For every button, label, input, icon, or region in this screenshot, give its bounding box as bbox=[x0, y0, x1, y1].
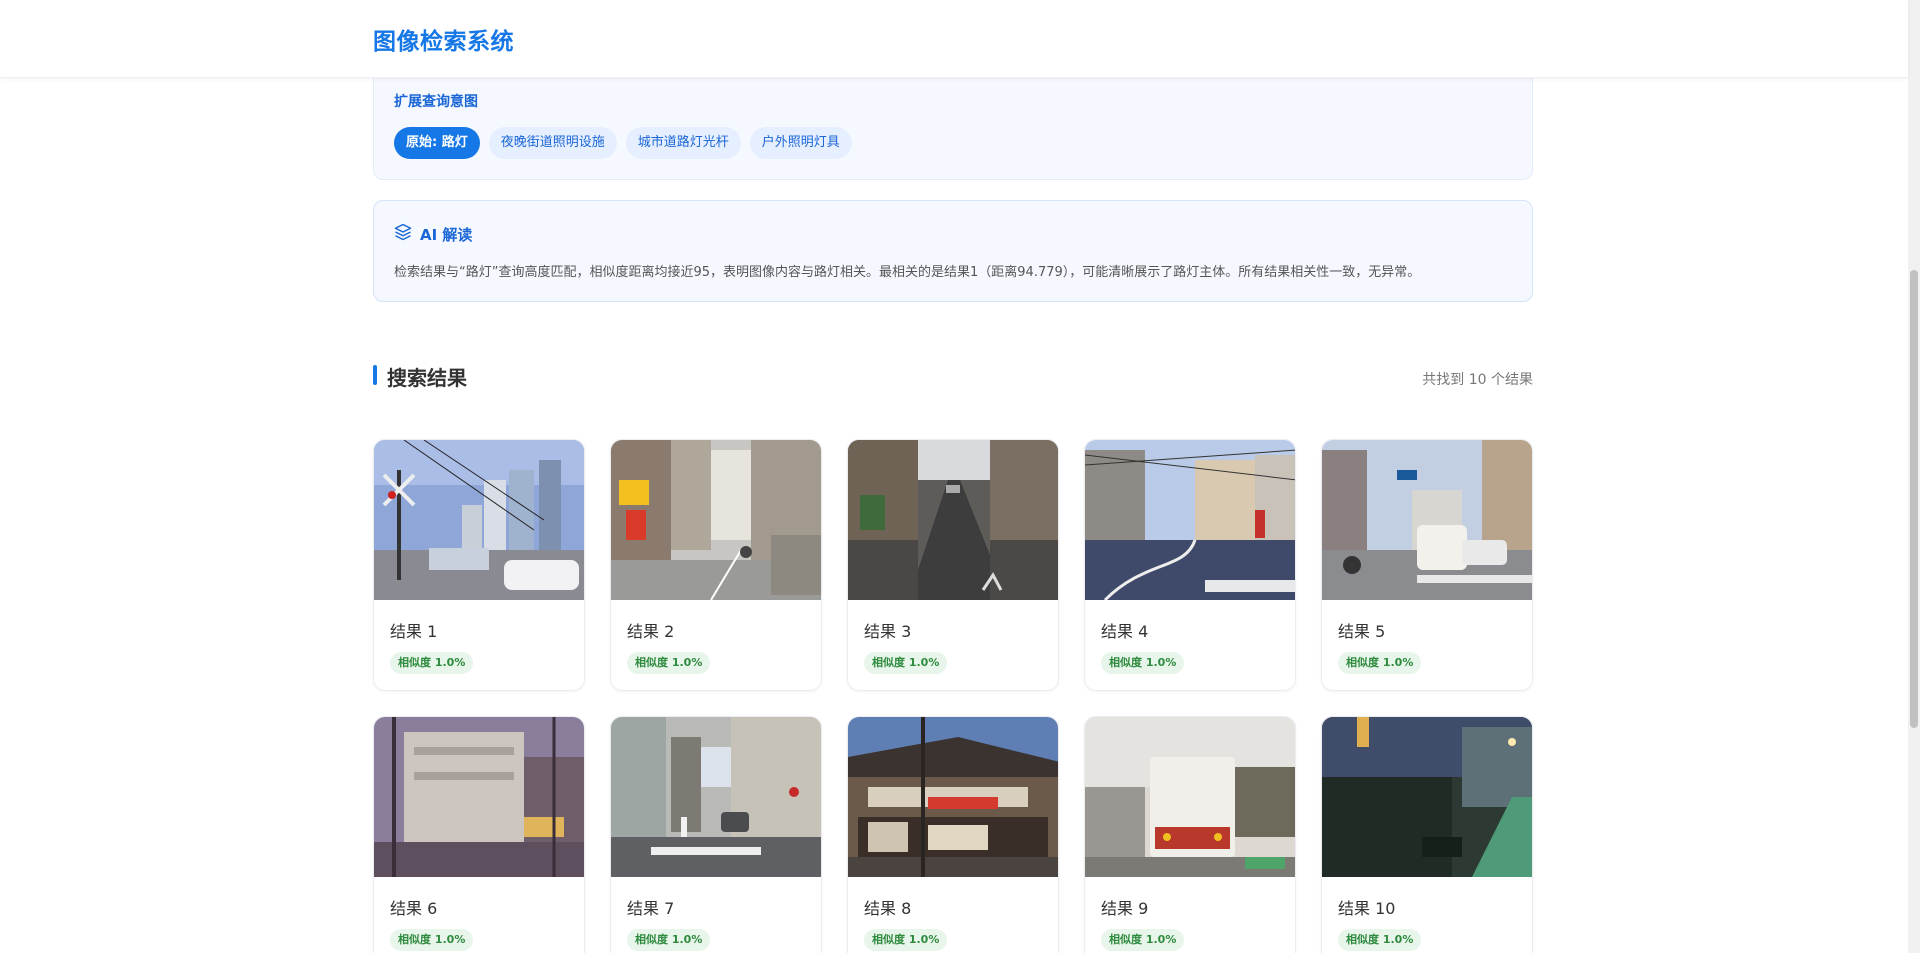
similarity-badge: 相似度 1.0% bbox=[390, 652, 474, 674]
results-header: 搜索结果 共找到 10 个结果 bbox=[373, 362, 1533, 390]
similarity-badge: 相似度 1.0% bbox=[864, 929, 948, 951]
intent-chip-outdoor-lighting[interactable]: 户外照明灯具 bbox=[749, 127, 852, 159]
results-count: 共找到 10 个结果 bbox=[1422, 372, 1533, 388]
ai-analysis-text: 检索结果与“路灯”查询高度匹配，相似度距离均接近95，表明图像内容与路灯相关。最… bbox=[394, 265, 1421, 280]
result-label: 结果 5 bbox=[1338, 622, 1386, 641]
similarity-badge: 相似度 1.0% bbox=[1338, 929, 1422, 951]
result-card-4[interactable]: 结果 4 相似度 1.0% bbox=[1084, 439, 1296, 691]
result-image[interactable] bbox=[374, 440, 584, 600]
similarity-badge: 相似度 1.0% bbox=[1101, 929, 1185, 951]
app-header: 图像检索系统 bbox=[0, 0, 1908, 78]
intent-title: 扩展查询意图 bbox=[394, 94, 478, 110]
result-image[interactable] bbox=[611, 717, 821, 877]
result-image[interactable] bbox=[1085, 717, 1295, 877]
intent-chip-original[interactable]: 原始: 路灯 bbox=[394, 127, 480, 159]
intent-panel: 扩展查询意图 原始: 路灯 夜晚街道照明设施 城市道路灯光杆 户外照明灯具 bbox=[373, 60, 1533, 180]
intent-chip-night-street-lighting[interactable]: 夜晚街道照明设施 bbox=[488, 127, 617, 159]
result-image[interactable] bbox=[374, 717, 584, 877]
result-card-7[interactable]: 结果 7 相似度 1.0% bbox=[610, 716, 822, 953]
app-title[interactable]: 图像检索系统 bbox=[373, 22, 514, 56]
similarity-badge: 相似度 1.0% bbox=[1101, 652, 1185, 674]
ai-analysis-header: AI 解读 bbox=[394, 223, 472, 245]
similarity-badge: 相似度 1.0% bbox=[627, 652, 711, 674]
result-card-6[interactable]: 结果 6 相似度 1.0% bbox=[373, 716, 585, 953]
result-label: 结果 9 bbox=[1101, 899, 1149, 918]
similarity-badge: 相似度 1.0% bbox=[390, 929, 474, 951]
result-label: 结果 8 bbox=[864, 899, 912, 918]
result-image[interactable] bbox=[1085, 440, 1295, 600]
result-label: 结果 6 bbox=[390, 899, 438, 918]
similarity-badge: 相似度 1.0% bbox=[1338, 652, 1422, 674]
layers-icon bbox=[394, 223, 412, 245]
result-card-9[interactable]: 结果 9 相似度 1.0% bbox=[1084, 716, 1296, 953]
similarity-badge: 相似度 1.0% bbox=[627, 929, 711, 951]
result-image[interactable] bbox=[1322, 717, 1532, 877]
ai-analysis-title: AI 解读 bbox=[420, 225, 473, 244]
result-card-3[interactable]: 结果 3 相似度 1.0% bbox=[847, 439, 1059, 691]
ai-analysis-panel: AI 解读 检索结果与“路灯”查询高度匹配，相似度距离均接近95，表明图像内容与… bbox=[373, 200, 1533, 302]
result-card-2[interactable]: 结果 2 相似度 1.0% bbox=[610, 439, 822, 691]
section-accent-bar bbox=[373, 365, 377, 385]
result-image[interactable] bbox=[848, 717, 1058, 877]
scrollbar-thumb[interactable] bbox=[1910, 270, 1918, 728]
result-label: 结果 2 bbox=[627, 622, 675, 641]
result-label: 结果 7 bbox=[627, 899, 675, 918]
result-card-5[interactable]: 结果 5 相似度 1.0% bbox=[1321, 439, 1533, 691]
results-title: 搜索结果 bbox=[387, 366, 467, 390]
intent-chip-city-road-light-pole[interactable]: 城市道路灯光杆 bbox=[625, 127, 741, 159]
result-image[interactable] bbox=[1322, 440, 1532, 600]
page-scrollbar[interactable] bbox=[1908, 0, 1920, 953]
result-label: 结果 10 bbox=[1338, 899, 1396, 918]
similarity-badge: 相似度 1.0% bbox=[864, 652, 948, 674]
result-image[interactable] bbox=[848, 440, 1058, 600]
result-card-10[interactable]: 结果 10 相似度 1.0% bbox=[1321, 716, 1533, 953]
result-label: 结果 4 bbox=[1101, 622, 1149, 641]
result-label: 结果 1 bbox=[390, 622, 438, 641]
result-image[interactable] bbox=[611, 440, 821, 600]
result-card-1[interactable]: 结果 1 相似度 1.0% bbox=[373, 439, 585, 691]
result-label: 结果 3 bbox=[864, 622, 912, 641]
result-card-8[interactable]: 结果 8 相似度 1.0% bbox=[847, 716, 1059, 953]
intent-chip-list: 原始: 路灯 夜晚街道照明设施 城市道路灯光杆 户外照明灯具 bbox=[394, 127, 852, 159]
